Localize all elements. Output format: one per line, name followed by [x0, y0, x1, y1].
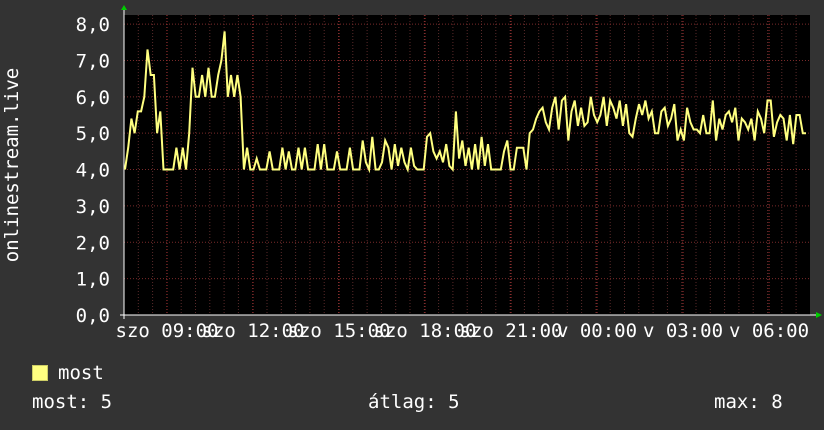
y-tick-label: 0,0	[76, 305, 110, 327]
x-tick-label: v 06:00	[729, 320, 809, 342]
x-tick-label: v 00:00	[557, 320, 637, 342]
line-chart: 0,01,02,03,04,05,06,07,08,0szo 09:00szo …	[1, 5, 822, 342]
y-tick-label: 4,0	[76, 160, 110, 182]
y-axis-arrow	[121, 5, 127, 10]
y-tick-label: 5,0	[76, 123, 110, 145]
stat-current: most: 5	[32, 391, 113, 413]
y-tick-label: 3,0	[76, 196, 110, 218]
stat-max: max: 8	[714, 391, 783, 413]
stat-average: átlag: 5	[368, 391, 460, 413]
x-tick-label: szo 21:00	[460, 320, 563, 342]
legend-swatch	[32, 365, 48, 381]
legend-label: most	[58, 362, 104, 384]
y-tick-label: 7,0	[76, 50, 110, 72]
y-tick-label: 2,0	[76, 232, 110, 254]
y-tick-label: 8,0	[76, 14, 110, 36]
y-tick-label: 1,0	[76, 269, 110, 291]
y-tick-label: 6,0	[76, 87, 110, 109]
x-axis-arrow	[816, 312, 822, 318]
legend: most	[32, 362, 104, 384]
x-tick-label: v 03:00	[643, 320, 723, 342]
y-axis-label: onlinestream.live	[1, 68, 23, 262]
chart-container: 0,0 1,0 2,0 3,0 4,0 5,0 6,0 7,0 8,0 szo 09:00 szo …	[0, 0, 824, 430]
